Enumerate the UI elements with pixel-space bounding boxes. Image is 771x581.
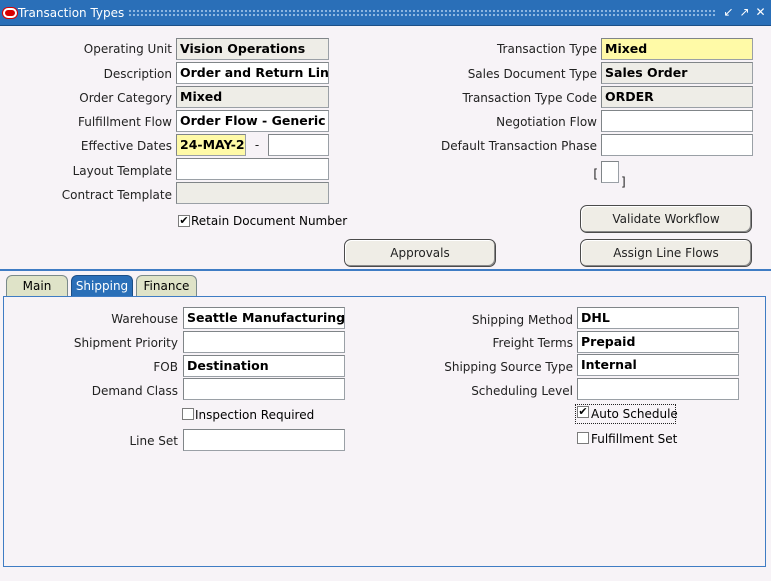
transaction-type-code-field[interactable]: ORDER — [601, 86, 753, 108]
order-category-label: Order Category — [79, 91, 172, 105]
operating-unit-label: Operating Unit — [83, 42, 172, 56]
retain-document-number-checkbox[interactable]: ✔ — [178, 215, 190, 227]
sales-document-type-field[interactable]: Sales Order — [601, 62, 753, 84]
scheduling-level-field[interactable] — [577, 378, 739, 400]
shipping-source-type-field[interactable]: Internal — [577, 354, 739, 376]
shipping-method-label: Shipping Method — [471, 313, 573, 327]
dff-open-bracket: [ — [593, 167, 598, 181]
fulfillment-set-label: Fulfillment Set — [591, 432, 678, 446]
fulfillment-set-checkbox[interactable] — [577, 432, 589, 444]
shipment-priority-label: Shipment Priority — [73, 336, 178, 350]
fob-field[interactable]: Destination — [183, 355, 345, 377]
validate-workflow-button[interactable]: Validate Workflow — [580, 205, 752, 233]
operating-unit-field[interactable]: Vision Operations — [176, 38, 329, 60]
region-divider — [0, 269, 771, 271]
warehouse-label: Warehouse — [111, 312, 178, 326]
window-title: Transaction Types — [18, 6, 125, 20]
layout-template-label: Layout Template — [72, 164, 172, 178]
contract-template-label: Contract Template — [61, 188, 172, 202]
demand-class-field[interactable] — [183, 378, 345, 400]
transaction-type-field[interactable]: Mixed — [601, 38, 753, 60]
close-icon[interactable]: ✕ — [754, 6, 767, 19]
order-category-field[interactable]: Mixed — [176, 86, 329, 108]
tab-finance[interactable]: Finance — [136, 275, 197, 297]
effective-dates-separator: - — [254, 138, 260, 152]
assign-line-flows-button[interactable]: Assign Line Flows — [580, 239, 752, 267]
fob-label: FOB — [153, 360, 178, 374]
default-transaction-phase-field[interactable] — [601, 134, 753, 156]
shipping-method-field[interactable]: DHL — [577, 307, 739, 329]
effective-date-from-field[interactable]: 24-MAY-200 — [176, 134, 246, 156]
inspection-required-checkbox[interactable] — [182, 408, 194, 420]
effective-dates-label: Effective Dates — [80, 139, 172, 153]
descriptive-flexfield[interactable] — [601, 161, 619, 183]
approvals-button[interactable]: Approvals — [344, 239, 496, 267]
shipment-priority-field[interactable] — [183, 331, 345, 353]
minimize-icon[interactable]: ↙ — [722, 6, 735, 19]
contract-template-field[interactable] — [176, 182, 329, 204]
warehouse-field[interactable]: Seattle Manufacturing — [183, 307, 345, 329]
description-label: Description — [103, 67, 172, 81]
line-set-label: Line Set — [129, 434, 178, 448]
freight-terms-label: Freight Terms — [492, 336, 574, 350]
line-set-field[interactable] — [183, 429, 345, 451]
layout-template-field[interactable] — [176, 158, 329, 180]
fulfillment-flow-label: Fulfillment Flow — [77, 115, 172, 129]
tab-main[interactable]: Main — [6, 275, 68, 297]
maximize-icon[interactable]: ↗ — [738, 6, 751, 19]
tab-shipping[interactable]: Shipping — [71, 275, 133, 297]
freight-terms-field[interactable]: Prepaid — [577, 331, 739, 353]
title-bar-texture — [128, 9, 716, 17]
description-field[interactable]: Order and Return Lines — [176, 62, 329, 84]
scheduling-level-label: Scheduling Level — [471, 384, 573, 398]
negotiation-flow-label: Negotiation Flow — [496, 115, 597, 129]
transaction-type-code-label: Transaction Type Code — [462, 91, 597, 105]
inspection-required-label: Inspection Required — [195, 408, 315, 422]
negotiation-flow-field[interactable] — [601, 110, 753, 132]
fulfillment-flow-field[interactable]: Order Flow - Generic — [176, 110, 329, 132]
default-transaction-phase-label: Default Transaction Phase — [441, 139, 597, 153]
shipping-source-type-label: Shipping Source Type — [444, 360, 573, 374]
effective-date-to-field[interactable] — [268, 134, 329, 156]
auto-schedule-checkbox[interactable]: ✔ — [577, 406, 589, 418]
transaction-type-label: Transaction Type — [496, 42, 597, 56]
auto-schedule-label: Auto Schedule — [591, 407, 678, 421]
oracle-logo-icon — [3, 8, 17, 18]
dff-close-bracket: ] — [621, 175, 626, 189]
sales-document-type-label: Sales Document Type — [467, 67, 597, 81]
retain-document-number-label: Retain Document Number — [191, 214, 348, 228]
demand-class-label: Demand Class — [91, 384, 178, 398]
